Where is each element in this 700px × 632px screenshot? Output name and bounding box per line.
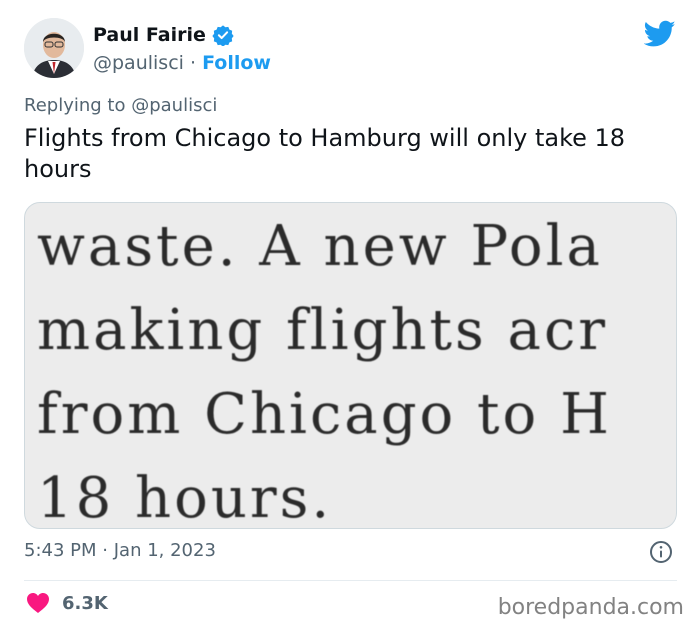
reply-context: Replying to @paulisci: [24, 95, 217, 116]
tweet-media[interactable]: waste. A new Pola making flights acr fro…: [24, 202, 677, 529]
meta-separator: ·: [102, 540, 108, 561]
clipping-line: waste. A new Pola: [37, 214, 603, 279]
clipping-line: making flights acr: [37, 298, 609, 363]
author-handle[interactable]: @paulisci: [93, 52, 184, 74]
heart-icon: [27, 593, 49, 613]
watermark: boredpanda.com: [497, 595, 684, 620]
tweet-timestamp[interactable]: 5:43 PM · Jan 1, 2023: [24, 540, 216, 561]
divider: [24, 580, 677, 581]
author-handle-row: @paulisci · Follow: [93, 52, 271, 74]
reply-mention[interactable]: @paulisci: [131, 95, 217, 116]
follow-button[interactable]: Follow: [202, 52, 271, 74]
clipping-line: 18 hours.: [37, 466, 333, 529]
twitter-bird-icon[interactable]: [644, 20, 676, 48]
tweet-time: 5:43 PM: [24, 540, 97, 561]
tweet-header: Paul Fairie @paulisci · Follow: [24, 18, 680, 80]
newspaper-clipping: waste. A new Pola making flights acr fro…: [25, 203, 676, 529]
info-icon[interactable]: [649, 540, 673, 564]
like-count: 6.3K: [62, 592, 108, 614]
avatar-image: [24, 18, 84, 78]
verified-badge-icon: [212, 25, 234, 46]
like-button[interactable]: 6.3K: [26, 592, 108, 614]
tweet-date: Jan 1, 2023: [113, 540, 216, 561]
tweet-text: Flights from Chicago to Hamburg will onl…: [24, 124, 626, 183]
reply-prefix: Replying to: [24, 95, 126, 116]
avatar[interactable]: [24, 18, 84, 78]
author-name-row: Paul Fairie: [93, 24, 234, 46]
clipping-line: from Chicago to H: [37, 382, 612, 447]
author-name[interactable]: Paul Fairie: [93, 24, 206, 46]
handle-separator: ·: [189, 52, 197, 74]
